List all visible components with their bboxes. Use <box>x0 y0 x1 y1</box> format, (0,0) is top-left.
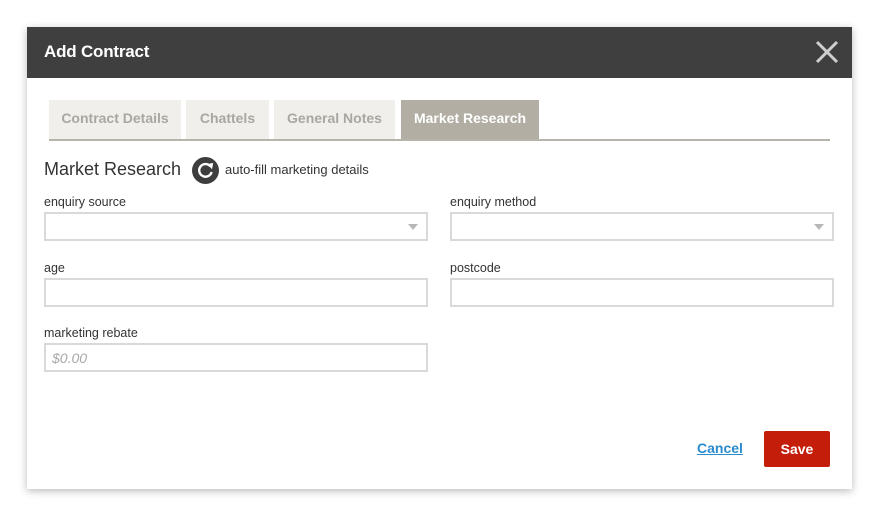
tab-bar: Contract Details Chattels General Notes … <box>49 100 830 141</box>
tab-market-research[interactable]: Market Research <box>401 100 539 139</box>
enquiry-method-select[interactable] <box>450 212 834 241</box>
age-field[interactable] <box>44 278 428 307</box>
tab-general-notes[interactable]: General Notes <box>274 100 395 139</box>
enquiry-method-value[interactable] <box>452 214 832 239</box>
chevron-down-icon <box>814 224 824 230</box>
postcode-input[interactable] <box>452 280 832 305</box>
enquiry-source-value[interactable] <box>46 214 426 239</box>
cancel-button[interactable]: Cancel <box>697 440 743 456</box>
modal-header: Add Contract <box>27 27 852 78</box>
marketing-rebate-input[interactable] <box>46 345 426 370</box>
enquiry-source-select[interactable] <box>44 212 428 241</box>
age-label: age <box>44 261 65 275</box>
chevron-down-icon <box>408 224 418 230</box>
age-input[interactable] <box>46 280 426 305</box>
tab-chattels[interactable]: Chattels <box>186 100 269 139</box>
add-contract-modal: Add Contract Contract Details Chattels G… <box>27 27 852 489</box>
postcode-label: postcode <box>450 261 501 275</box>
modal-title: Add Contract <box>44 42 150 61</box>
marketing-rebate-label: marketing rebate <box>44 326 138 340</box>
refresh-icon[interactable] <box>192 157 219 184</box>
postcode-field[interactable] <box>450 278 834 307</box>
enquiry-method-label: enquiry method <box>450 195 537 209</box>
enquiry-source-label: enquiry source <box>44 195 126 209</box>
autofill-link[interactable]: auto-fill marketing details <box>225 162 369 177</box>
close-icon[interactable] <box>814 39 840 65</box>
tab-contract-details[interactable]: Contract Details <box>49 100 181 139</box>
section-title: Market Research <box>44 159 182 179</box>
marketing-rebate-field[interactable] <box>44 343 428 372</box>
save-button[interactable]: Save <box>764 431 830 467</box>
